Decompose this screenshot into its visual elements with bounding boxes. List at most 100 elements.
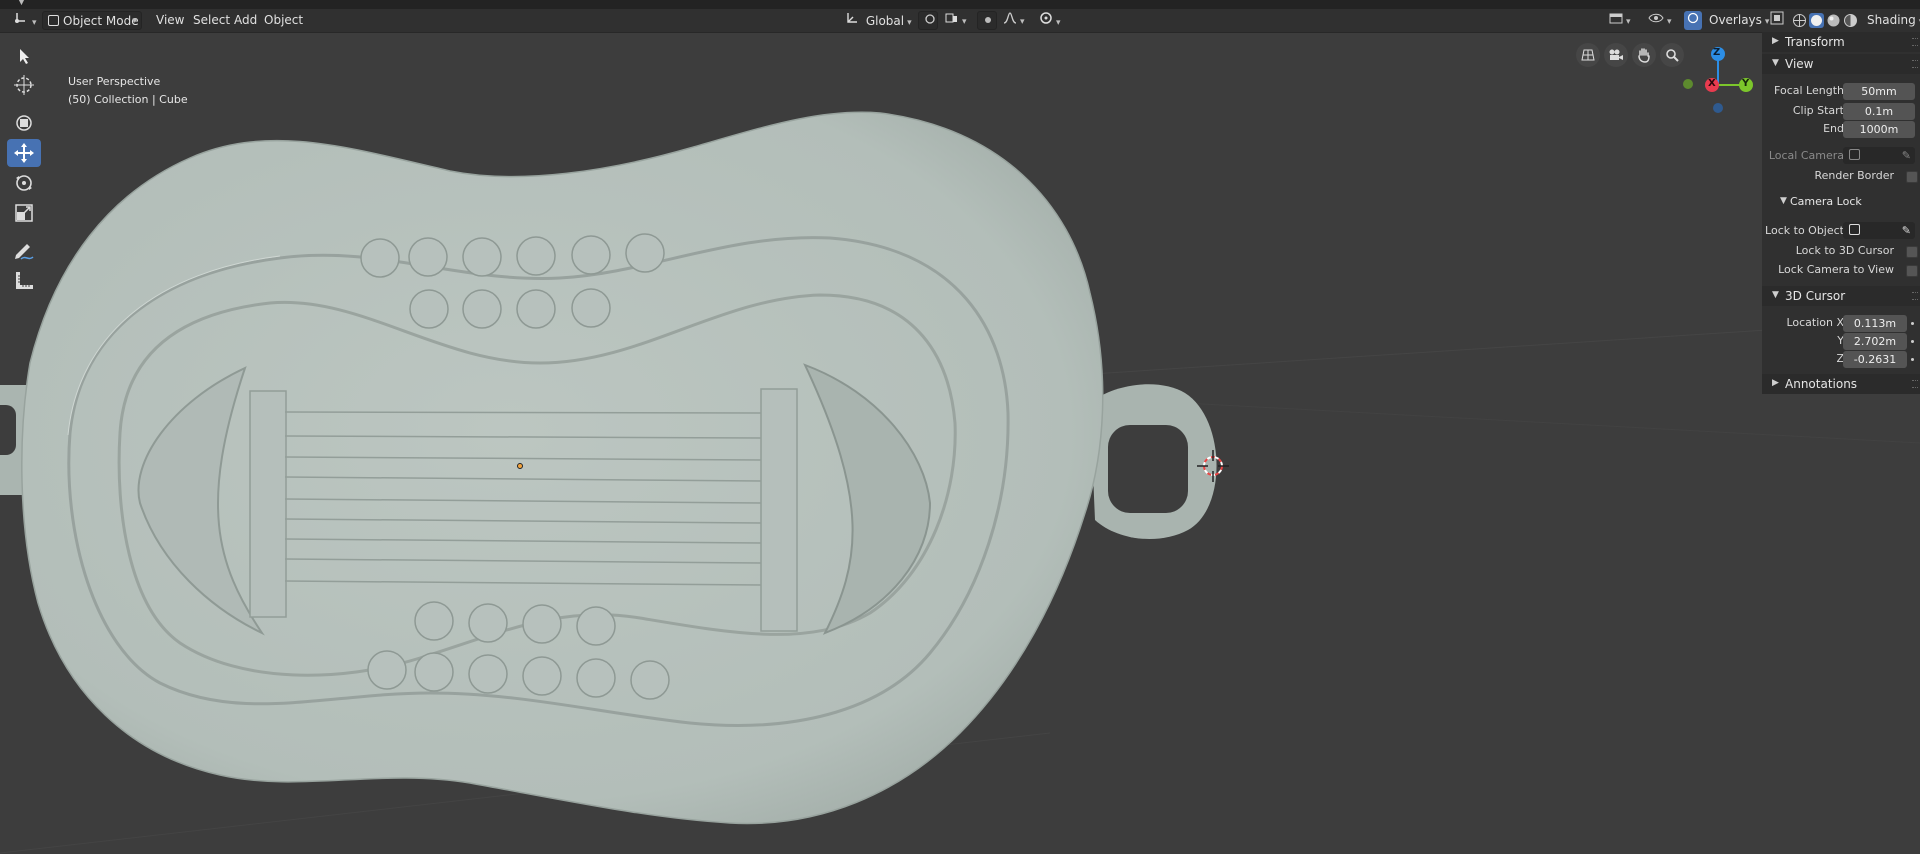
editor-axes-icon	[15, 13, 25, 23]
drag-grip-icon[interactable]	[1912, 38, 1918, 46]
scale-tool[interactable]	[7, 199, 41, 227]
orientation-dropdown[interactable]: Global ▾	[840, 11, 917, 30]
eyedropper-icon[interactable]: ✎	[1902, 222, 1911, 239]
xray-toggle[interactable]	[1768, 11, 1786, 30]
location-x-label: Location X	[1786, 316, 1844, 329]
rotate-icon	[16, 175, 32, 191]
keyframe-dot-icon[interactable]	[1911, 322, 1914, 325]
camera-lock-subpanel-header[interactable]: ▼ Camera Lock	[1762, 192, 1920, 212]
move-tool[interactable]	[7, 139, 41, 167]
clip-start-label: Clip Start	[1792, 104, 1844, 117]
selectability-dropdown[interactable]: ▾	[1604, 11, 1636, 30]
ruler-icon	[16, 272, 33, 289]
chevron-down-icon: ▼	[1780, 196, 1787, 206]
chevron-right-icon: ▶	[1772, 378, 1779, 388]
material-shading-icon[interactable]	[1826, 13, 1841, 28]
gizmo-icon	[1687, 12, 1699, 24]
right-keyring-loop	[1090, 384, 1217, 540]
viewport-info: User Perspective (50) Collection | Cube	[68, 73, 188, 109]
location-y-field[interactable]: 2.702m	[1843, 333, 1907, 350]
location-z-field[interactable]: -0.2631	[1843, 351, 1907, 368]
rendered-shading-icon[interactable]	[1843, 13, 1858, 28]
eyedropper-icon[interactable]: ✎	[1902, 147, 1911, 164]
pan-view-button[interactable]	[1632, 43, 1656, 67]
cursor-arrow-icon	[20, 49, 29, 64]
camera-view-button[interactable]	[1604, 43, 1628, 67]
render-border-checkbox[interactable]	[1906, 171, 1918, 183]
scale-icon	[15, 204, 33, 222]
eye-icon	[1648, 13, 1664, 23]
object-mode-icon	[48, 15, 59, 26]
rotate-tool[interactable]	[7, 169, 41, 197]
drag-grip-icon[interactable]	[1912, 60, 1918, 68]
toggle-grid-button[interactable]	[1576, 43, 1600, 67]
focal-length-field[interactable]: 50mm	[1843, 83, 1915, 100]
magnifier-icon	[1666, 49, 1679, 62]
lock-camera-to-view-checkbox[interactable]	[1906, 265, 1918, 277]
proportional-edit-toggle[interactable]	[977, 11, 997, 30]
caret-down-icon: ▼	[18, 0, 25, 7]
viewport-scene	[0, 111, 1920, 854]
pivot-icon[interactable]	[918, 11, 938, 30]
menu-view[interactable]: View	[151, 11, 189, 30]
lock-to-object-label: Lock to Object	[1765, 224, 1844, 237]
menu-select[interactable]: Select	[188, 11, 235, 30]
navigation-gizmo[interactable]: Z Y X	[1678, 40, 1758, 120]
editor-type-button[interactable]: ▾	[8, 11, 42, 30]
measure-tool[interactable]	[7, 267, 41, 295]
menu-add[interactable]: Add	[229, 11, 262, 30]
hand-icon	[1638, 48, 1650, 63]
clip-end-field[interactable]: 1000m	[1843, 121, 1915, 138]
keyframe-dot-icon[interactable]	[1911, 340, 1914, 343]
selectability-icon	[1609, 13, 1623, 24]
visibility-dropdown[interactable]: ▾	[1643, 11, 1677, 30]
lock-to-object-field[interactable]: ✎	[1843, 222, 1915, 239]
sidebar-n-panel: ▶ Transform ▼ View Focal Length 50mm Cli…	[1762, 32, 1920, 394]
keyframe-dot-icon[interactable]	[1911, 358, 1914, 361]
gizmo-z-label: Z	[1713, 47, 1721, 58]
overlays-dropdown[interactable]: Overlays ▾	[1704, 11, 1774, 30]
camera-object-icon	[1849, 149, 1860, 160]
camera-icon	[1609, 49, 1623, 60]
gizmo-toggle[interactable]	[1684, 11, 1702, 30]
gizmo-x-label: X	[1708, 78, 1716, 89]
object-picker-icon	[1849, 224, 1860, 235]
snap-icon	[945, 13, 957, 23]
transform-section-header[interactable]: ▶ Transform	[1762, 32, 1920, 52]
clip-end-label: End	[1823, 122, 1844, 135]
location-x-field[interactable]: 0.113m	[1843, 315, 1907, 332]
transform-orientation-icon	[847, 13, 857, 23]
collection-label: (50) Collection | Cube	[68, 93, 188, 106]
solid-shading-icon[interactable]	[1809, 13, 1824, 28]
mode-dropdown[interactable]: Object Mode ▾	[42, 11, 142, 30]
object-origin-dot	[517, 463, 523, 469]
falloff-dropdown[interactable]: ▾	[998, 11, 1030, 30]
lock-to-3d-cursor-checkbox[interactable]	[1906, 246, 1918, 258]
local-camera-label: Local Camera	[1768, 149, 1844, 162]
snap-target-dropdown[interactable]: ▾	[940, 11, 972, 30]
3d-cursor-section-header[interactable]: ▼ 3D Cursor	[1762, 286, 1920, 306]
snapping-dropdown[interactable]: ▾	[1034, 11, 1066, 30]
drag-grip-icon[interactable]	[1912, 292, 1918, 300]
view-perspective-label: User Perspective	[68, 75, 161, 88]
annotate-tool[interactable]	[7, 237, 41, 265]
cursor-tool[interactable]	[7, 71, 41, 99]
scroll-right-post	[760, 388, 798, 632]
chevron-down-icon: ▾	[132, 16, 137, 26]
window-top-strip: ▼	[0, 0, 1920, 9]
chevron-down-icon: ▼	[1772, 58, 1779, 68]
annotations-section-header[interactable]: ▶ Annotations	[1762, 374, 1920, 394]
clip-start-field[interactable]: 0.1m	[1843, 103, 1915, 120]
menu-object[interactable]: Object	[259, 11, 308, 30]
wireframe-shading-icon[interactable]	[1792, 13, 1807, 28]
3d-viewport[interactable]: User Perspective (50) Collection | Cube	[0, 33, 1920, 854]
view-section-header[interactable]: ▼ View	[1762, 54, 1920, 74]
move-object-tool[interactable]	[7, 109, 41, 137]
local-camera-field[interactable]: ✎	[1843, 147, 1915, 164]
pencil-icon	[15, 244, 34, 260]
focal-length-label: Focal Length	[1774, 84, 1844, 97]
drag-grip-icon[interactable]	[1912, 380, 1918, 388]
select-box-tool[interactable]	[7, 42, 41, 70]
shading-dropdown[interactable]: Shading▾	[1862, 11, 1920, 30]
move-arrows-icon	[14, 143, 34, 163]
